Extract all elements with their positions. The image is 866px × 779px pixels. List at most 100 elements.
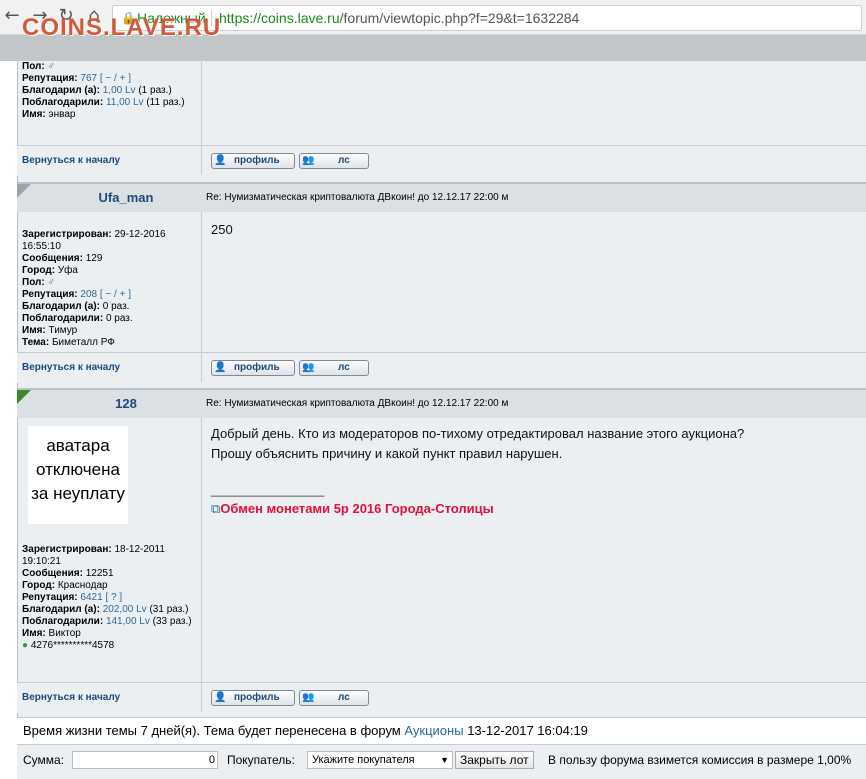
close-lot-button[interactable]: Закрыть лот	[455, 751, 534, 769]
thanked-by-value[interactable]: 141,00 Lv	[106, 616, 150, 627]
profile-button-label: профиль	[234, 692, 280, 703]
post2-controls-row	[17, 682, 866, 713]
card-icon: ●	[22, 640, 29, 651]
post2-profile: Зарегистрирован: 18-12-2011 19:10:21 Соо…	[22, 544, 198, 652]
rep-actions[interactable]: [ − / + ]	[100, 73, 131, 84]
back-to-top-link[interactable]: Вернуться к началу	[22, 155, 120, 166]
pm-button[interactable]: 👥 лс	[299, 360, 369, 376]
reg-label: Зарегистрирован:	[22, 544, 112, 555]
thanked-by-tail: (33 раз.)	[152, 616, 192, 627]
avatar-line: отключена	[36, 460, 120, 479]
post0-profile: Пол: ♂ Репутация: 767 [ − / + ] Благодар…	[22, 61, 198, 121]
name-value: Тимур	[48, 325, 78, 336]
column-divider	[201, 418, 202, 682]
forum-link[interactable]: Аукционы	[404, 723, 463, 738]
thanked-value[interactable]: 1,00 Lv	[103, 85, 136, 96]
rep-label: Репутация:	[22, 73, 78, 84]
pm-icon: 👥	[302, 692, 315, 703]
profile-button-label: профиль	[234, 362, 280, 373]
reg-label: Зарегистрирован:	[22, 229, 112, 240]
pm-button[interactable]: 👥 лс	[299, 690, 369, 706]
sum-input[interactable]: 0	[72, 751, 218, 769]
pm-button-label: лс	[338, 692, 350, 703]
thanked-value: 0 раз.	[102, 301, 130, 312]
profile-icon: 👤	[214, 692, 227, 703]
lifetime-text: Время жизни темы 7 дней(я). Тема будет п…	[23, 723, 401, 738]
signature-separator: _________________	[211, 483, 325, 497]
post2-body-line: Прошу объяснить причину и какой пункт пр…	[211, 446, 563, 461]
post2-subject: Re: Нумизматическая криптовалюта ДВкоин!…	[206, 398, 509, 409]
city-value: Уфа	[57, 265, 78, 276]
thanked-by-value[interactable]: 11,00 Lv	[106, 97, 144, 108]
column-divider	[201, 352, 202, 382]
thanked-label: Благодарил (а):	[22, 301, 100, 312]
post1-subject: Re: Нумизматическая криптовалюта ДВкоин!…	[206, 192, 509, 203]
url-path: /forum/viewtopic.php?f=29&t=1632284	[339, 10, 580, 26]
post1-profile: Зарегистрирован: 29-12-2016 16:55:10 Соо…	[22, 229, 198, 349]
name-label: Имя:	[22, 325, 46, 336]
post2-username[interactable]: 128	[35, 396, 217, 411]
avatar: аватара отключена за неуплату	[28, 426, 128, 524]
msgs-value: 12251	[85, 568, 114, 579]
thanked-by-value: 0 раз.	[105, 313, 133, 324]
profile-button[interactable]: 👤 профиль	[211, 690, 295, 706]
rep-label: Репутация:	[22, 592, 78, 603]
thanked-by-label: Поблагодарили:	[22, 97, 104, 108]
back-to-top-link[interactable]: Вернуться к началу	[22, 692, 120, 703]
rep-label: Репутация:	[22, 289, 78, 300]
rep-value[interactable]: 6421	[80, 592, 102, 603]
buyer-label: Покупатель:	[227, 753, 295, 767]
post1-header: Ufa_man Re: Нумизматическая криптовалюта…	[17, 182, 866, 212]
post2-header: 128 Re: Нумизматическая криптовалюта ДВк…	[17, 388, 866, 418]
avatar-line: за неуплату	[31, 484, 125, 503]
buyer-select[interactable]: Укажите покупателя ▼	[307, 751, 453, 769]
commission-text: В пользу форума взимется комиссия в разм…	[548, 753, 852, 767]
post1-controls-row	[17, 352, 866, 383]
name-label: Имя:	[22, 628, 46, 639]
post-flag-icon	[17, 184, 31, 198]
column-divider	[201, 61, 202, 145]
pm-button[interactable]: 👥 лс	[299, 153, 369, 169]
post-flag-icon	[17, 390, 31, 404]
thanked-by-tail: (11 раз.)	[146, 97, 185, 108]
column-divider	[201, 682, 202, 712]
sum-label: Сумма:	[23, 753, 65, 767]
column-divider	[201, 145, 202, 175]
thanked-value[interactable]: 202,00 Lv	[103, 604, 147, 615]
gender-label: Пол:	[22, 277, 45, 288]
msgs-label: Сообщения:	[22, 253, 83, 264]
chevron-down-icon: ▼	[440, 755, 449, 765]
theme-value: Биметалл РФ	[51, 337, 115, 348]
city-label: Город:	[22, 265, 56, 276]
lifetime-datetime: 13-12-2017 16:04:19	[467, 723, 588, 738]
profile-icon: 👤	[214, 155, 227, 166]
site-logo[interactable]: COINS.LAVE.RU	[22, 14, 221, 42]
rep-value[interactable]: 208	[80, 289, 97, 300]
profile-button[interactable]: 👤 профиль	[211, 153, 295, 169]
external-link-icon: ⧉	[211, 501, 221, 516]
back-arrow-icon[interactable]: ←	[2, 6, 22, 26]
signature-link[interactable]: ⧉Обмен монетами 5р 2016 Города-Столицы	[211, 501, 494, 517]
thanked-by-label: Поблагодарили:	[22, 616, 104, 627]
pm-button-label: лс	[338, 362, 350, 373]
profile-button[interactable]: 👤 профиль	[211, 360, 295, 376]
card-value: 4276**********4578	[30, 640, 115, 651]
url-text: https://coins.lave.ru/forum/viewtopic.ph…	[219, 6, 579, 30]
male-icon: ♂	[47, 61, 56, 72]
signature-link-text: Обмен монетами 5р 2016 Города-Столицы	[220, 501, 494, 516]
msgs-value: 129	[85, 253, 103, 264]
pm-icon: 👥	[302, 362, 315, 373]
city-label: Город:	[22, 580, 56, 591]
pm-icon: 👥	[302, 155, 315, 166]
post1-body: 250	[211, 222, 233, 237]
pm-button-label: лс	[338, 155, 350, 166]
post2-body: Добрый день. Кто из модераторов по-тихом…	[211, 424, 744, 464]
profile-button-label: профиль	[234, 155, 280, 166]
rep-actions[interactable]: [ − / + ]	[100, 289, 131, 300]
post1-username[interactable]: Ufa_man	[35, 190, 217, 205]
back-to-top-link[interactable]: Вернуться к началу	[22, 362, 120, 373]
rep-actions[interactable]: [ ? ]	[105, 592, 122, 603]
url-field[interactable]: 🔒 Надежный https://coins.lave.ru/forum/v…	[112, 5, 862, 31]
thanked-by-label: Поблагодарили:	[22, 313, 104, 324]
rep-value[interactable]: 767	[80, 73, 97, 84]
